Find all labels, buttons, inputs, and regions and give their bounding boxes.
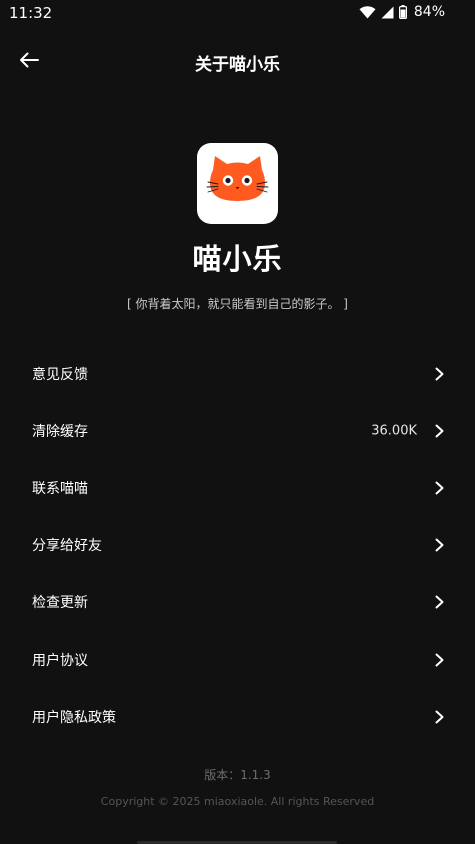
- wifi-icon: [359, 5, 376, 19]
- app-logo: [197, 143, 278, 224]
- chevron-right-icon: [433, 652, 445, 668]
- app-slogan: [ 你背着太阳，就只能看到自己的影子。 ]: [127, 297, 348, 311]
- menu-item-label: 意见反馈: [32, 366, 88, 383]
- menu-item-label: 分享给好友: [32, 538, 102, 555]
- settings-list: 意见反馈 清除缓存 36.00K 联系喵喵 分享给好友 检查更新 用户协议 用户…: [0, 345, 475, 745]
- status-icons: 84%: [359, 4, 445, 20]
- cat-face-icon: [197, 156, 278, 228]
- user-agreement-item[interactable]: 用户协议: [0, 631, 475, 688]
- chevron-right-icon: [433, 480, 445, 496]
- menu-item-label: 清除缓存: [32, 423, 88, 440]
- contact-item[interactable]: 联系喵喵: [0, 459, 475, 516]
- chevron-right-icon: [433, 366, 445, 382]
- check-update-item[interactable]: 检查更新: [0, 574, 475, 631]
- signal-icon: [381, 6, 394, 19]
- version-text: 版本：1.1.3: [204, 768, 271, 782]
- app-bar: 关于喵小乐: [0, 40, 475, 84]
- copyright-text: Copyright © 2025 miaoxiaole. All rights …: [100, 795, 375, 808]
- menu-item-label: 联系喵喵: [32, 480, 88, 497]
- chevron-right-icon: [433, 594, 445, 610]
- chevron-right-icon: [433, 709, 445, 725]
- cache-size-value: 36.00K: [371, 423, 417, 439]
- status-bar: 11:32 84%: [0, 0, 475, 26]
- battery-icon: [398, 5, 407, 19]
- about-screen: 11:32 84% 关于喵小乐 喵小乐 [你背着太阳，就只能看到自己的影子。 …: [0, 0, 475, 844]
- chevron-right-icon: [433, 537, 445, 553]
- menu-item-label: 用户隐私政策: [32, 709, 116, 726]
- status-time: 11:32: [9, 4, 53, 22]
- privacy-policy-item[interactable]: 用户隐私政策: [0, 688, 475, 745]
- battery-percent: 84%: [413, 4, 445, 20]
- share-item[interactable]: 分享给好友: [0, 517, 475, 574]
- clear-cache-item[interactable]: 清除缓存 36.00K: [0, 402, 475, 459]
- page-title: 关于喵小乐: [195, 55, 280, 75]
- feedback-item[interactable]: 意见反馈: [0, 345, 475, 402]
- menu-item-label: 用户协议: [32, 652, 88, 669]
- menu-item-label: 检查更新: [32, 595, 88, 612]
- chevron-right-icon: [433, 423, 445, 439]
- app-name: 喵小乐: [192, 242, 283, 276]
